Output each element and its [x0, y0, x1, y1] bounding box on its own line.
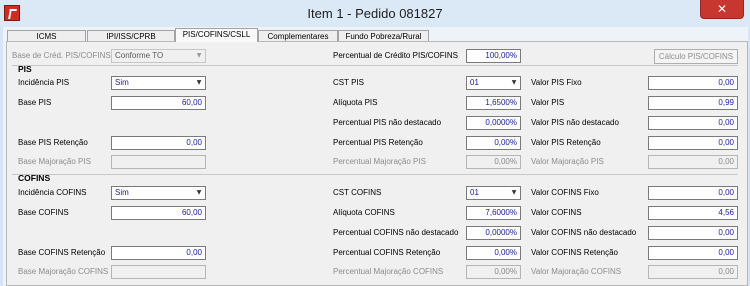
cofins-group-title: COFINS [18, 173, 51, 183]
percent-cred-input[interactable]: 100,00% [466, 49, 521, 63]
cofins-valor-label: Valor COFINS [531, 208, 582, 217]
title-bar: Item 1 - Pedido 081827 ✕ [0, 0, 750, 27]
cofins-incidencia-value: Sim [115, 188, 129, 197]
cofins-perc-ret-input[interactable]: 0,00% [466, 246, 521, 260]
pis-base-maj-input [111, 155, 206, 169]
base-cred-select[interactable]: Conforme TO ▼ [111, 49, 206, 63]
chevron-down-icon: ▼ [196, 52, 202, 59]
cofins-valor-input[interactable]: 4,56 [648, 206, 738, 220]
pis-perc-ret-label: Percentual PIS Retenção [333, 138, 423, 147]
cofins-base-ret-label: Base COFINS Retenção [18, 248, 106, 257]
chevron-down-icon: ▼ [511, 189, 517, 196]
cofins-incidencia-select[interactable]: Sim ▼ [111, 186, 206, 200]
pis-cst-select[interactable]: 01 ▼ [466, 76, 521, 90]
cofins-cst-select[interactable]: 01 ▼ [466, 186, 521, 200]
percent-cred-label: Percentual de Crédito PIS/COFINS [333, 51, 458, 60]
chevron-down-icon: ▼ [511, 79, 517, 86]
cofins-valor-maj-label: Valor Majoração COFINS [531, 267, 622, 276]
cofins-cst-value: 01 [470, 188, 479, 197]
pis-valor-ret-input[interactable]: 0,00 [648, 136, 738, 150]
close-button[interactable]: ✕ [700, 0, 744, 19]
pis-group-divider [12, 65, 738, 66]
pis-perc-ret-input[interactable]: 0,00% [466, 136, 521, 150]
pis-valor-ret-label: Valor PIS Retenção [531, 138, 601, 147]
pis-group-title: PIS [18, 64, 32, 74]
cofins-group-divider [12, 174, 738, 175]
cofins-aliquota-label: Alíquota COFINS [333, 208, 395, 217]
cofins-perc-maj-label: Percentual Majoração COFINS [333, 267, 444, 276]
cofins-valor-nao-dest-label: Valor COFINS não destacado [531, 228, 637, 237]
pis-base-ret-label: Base PIS Retenção [18, 138, 88, 147]
pis-incidencia-value: Sim [115, 78, 129, 87]
cofins-incidencia-label: Incidência COFINS [18, 188, 87, 197]
cofins-valor-ret-input[interactable]: 0,00 [648, 246, 738, 260]
pis-perc-maj-label: Percentual Majoração PIS [333, 157, 426, 166]
calc-pis-cofins-button[interactable]: Cálculo PIS/COFINS [654, 49, 738, 64]
cofins-base-input[interactable]: 60,00 [111, 206, 206, 220]
cofins-aliquota-input[interactable]: 7,6000% [466, 206, 521, 220]
pis-cst-value: 01 [470, 78, 479, 87]
cofins-perc-nao-dest-input[interactable]: 0,0000% [466, 226, 521, 240]
pis-aliquota-label: Alíquota PIS [333, 98, 378, 107]
cofins-valor-fixo-label: Valor COFINS Fixo [531, 188, 599, 197]
pis-cst-label: CST PIS [333, 78, 364, 87]
base-cred-label: Base de Créd. PIS/COFINS [12, 51, 111, 60]
tab-pis-cofins-csll[interactable]: PIS/COFINS/CSLL [175, 28, 258, 42]
cofins-valor-maj-input: 0,00 [648, 265, 738, 279]
cofins-valor-ret-label: Valor COFINS Retenção [531, 248, 618, 257]
pis-base-maj-label: Base Majoração PIS [18, 157, 91, 166]
pis-valor-nao-dest-label: Valor PIS não destacado [531, 118, 619, 127]
pis-valor-nao-dest-input[interactable]: 0,00 [648, 116, 738, 130]
pis-valor-label: Valor PIS [531, 98, 565, 107]
pis-valor-input[interactable]: 0,99 [648, 96, 738, 110]
pis-aliquota-input[interactable]: 1,6500% [466, 96, 521, 110]
pis-valor-fixo-label: Valor PIS Fixo [531, 78, 582, 87]
cofins-perc-maj-input: 0,00% [466, 265, 521, 279]
base-cred-value: Conforme TO [115, 51, 164, 60]
pis-valor-maj-label: Valor Majoração PIS [531, 157, 604, 166]
pis-base-label: Base PIS [18, 98, 52, 107]
pis-incidencia-select[interactable]: Sim ▼ [111, 76, 206, 90]
chevron-down-icon: ▼ [196, 189, 202, 196]
cofins-base-maj-input [111, 265, 206, 279]
pis-perc-nao-dest-input[interactable]: 0,0000% [466, 116, 521, 130]
cofins-valor-nao-dest-input[interactable]: 0,00 [648, 226, 738, 240]
calc-button-label: Cálculo PIS/COFINS [658, 52, 734, 61]
cofins-base-maj-label: Base Majoração COFINS [18, 267, 109, 276]
pis-base-input[interactable]: 60,00 [111, 96, 206, 110]
pis-base-ret-input[interactable]: 0,00 [111, 136, 206, 150]
pis-perc-maj-input: 0,00% [466, 155, 521, 169]
window-title: Item 1 - Pedido 081827 [307, 6, 443, 21]
cofins-perc-ret-label: Percentual COFINS Retenção [333, 248, 441, 257]
chevron-down-icon: ▼ [196, 79, 202, 86]
cofins-base-ret-input[interactable]: 0,00 [111, 246, 206, 260]
pis-incidencia-label: Incidência PIS [18, 78, 70, 87]
cofins-perc-nao-dest-label: Percentual COFINS não destacado [333, 228, 459, 237]
pis-valor-maj-input: 0,00 [648, 155, 738, 169]
pis-perc-nao-dest-label: Percentual PIS não destacado [333, 118, 442, 127]
cofins-base-label: Base COFINS [18, 208, 69, 217]
cofins-valor-fixo-input[interactable]: 0,00 [648, 186, 738, 200]
cofins-cst-label: CST COFINS [333, 188, 382, 197]
pis-valor-fixo-input[interactable]: 0,00 [648, 76, 738, 90]
